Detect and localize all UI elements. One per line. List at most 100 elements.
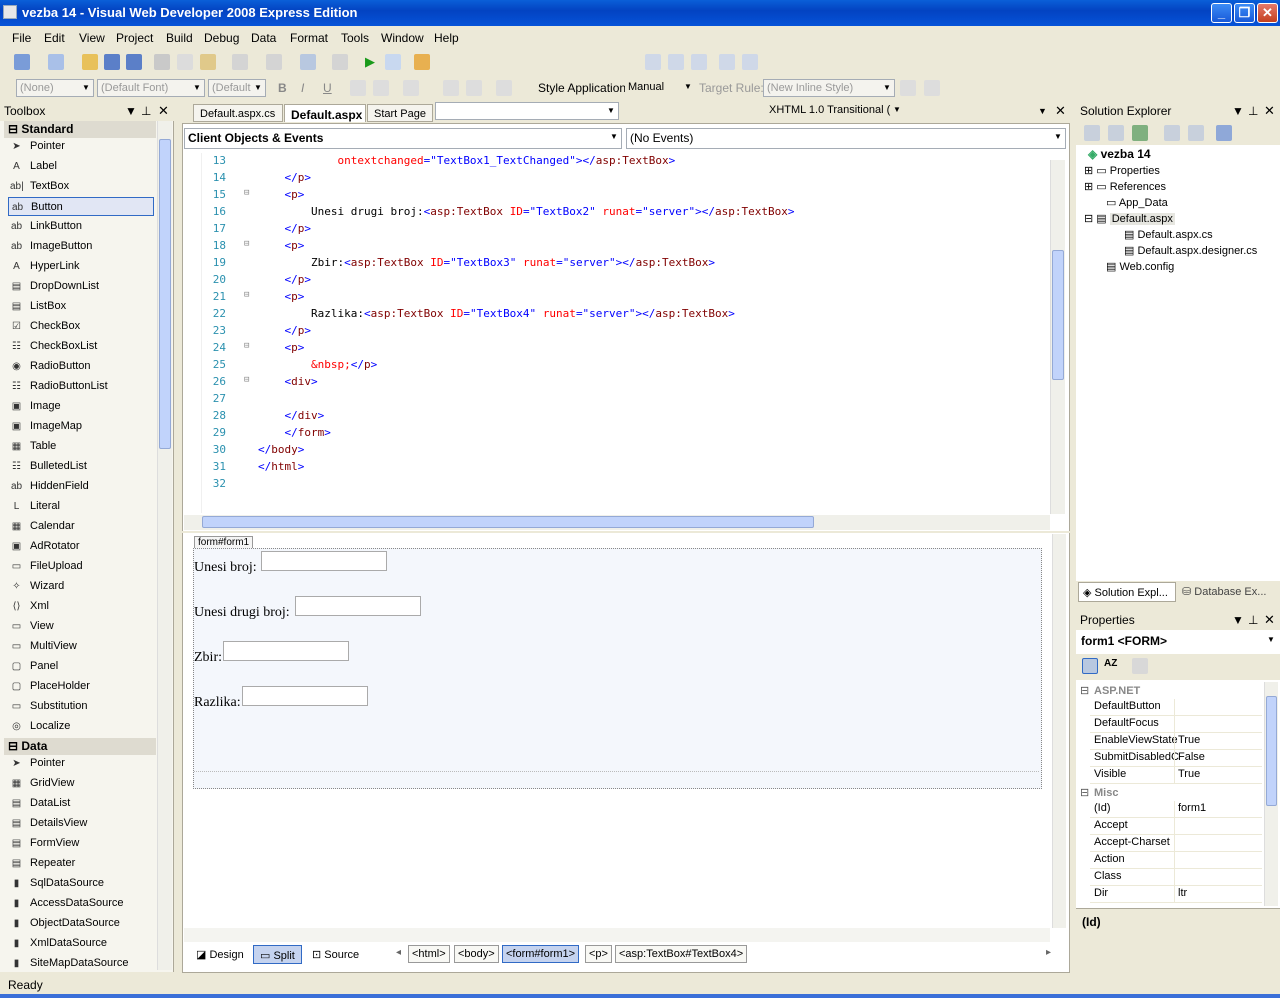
scrollbar-thumb[interactable] (1052, 250, 1064, 380)
menu-build[interactable]: Build (166, 31, 193, 45)
menu-debug[interactable]: Debug (204, 31, 239, 45)
split-divider[interactable] (182, 531, 1070, 533)
editor-close-icon[interactable]: ✕ (1055, 103, 1066, 119)
web-config-icon[interactable] (1216, 125, 1232, 141)
toolbox-item-hyperlink[interactable]: A HyperLink (8, 257, 154, 276)
dropdown-icon[interactable]: ▼ (1232, 104, 1244, 118)
show-all-files-icon[interactable] (1108, 125, 1124, 141)
fold-icon[interactable]: ⊟ (244, 341, 249, 351)
code-line[interactable]: </form> (258, 426, 331, 439)
close-icon[interactable]: ✕ (1264, 612, 1275, 628)
view-in-browser-icon[interactable] (385, 54, 401, 70)
menu-project[interactable]: Project (116, 31, 153, 45)
code-editor[interactable]: 13 ontextchanged="TextBox1_TextChanged">… (184, 153, 1052, 515)
refresh-icon[interactable] (1132, 125, 1148, 141)
close-icon[interactable]: ✕ (1264, 103, 1275, 119)
property-row[interactable]: Accept (1090, 818, 1262, 835)
comment-icon[interactable] (719, 54, 735, 70)
tab-default-aspx-cs[interactable]: Default.aspx.cs (193, 104, 283, 122)
align-icon[interactable] (403, 80, 419, 96)
start-debug-icon[interactable]: ▶ (362, 54, 378, 70)
code-line[interactable]: Zbir:<asp:TextBox ID="TextBox3" runat="s… (258, 256, 715, 269)
toolbox-item-table[interactable]: ▦ Table (8, 437, 154, 456)
toolbox-item-xmldatasource[interactable]: ▮ XmlDataSource (8, 934, 154, 953)
tree-default-aspx-cs[interactable]: ▤ Default.aspx.cs (1124, 228, 1213, 241)
crumb-right-arrow-icon[interactable]: ▸ (1046, 947, 1051, 958)
tab-database-explorer[interactable]: ⛁ Database Ex... (1178, 582, 1278, 602)
navigate-icon[interactable] (300, 54, 316, 70)
toolbox-item-repeater[interactable]: ▤ Repeater (8, 854, 154, 873)
code-line[interactable]: Unesi drugi broj:<asp:TextBox ID="TextBo… (258, 205, 795, 218)
property-row[interactable]: EnableViewState True (1090, 733, 1262, 750)
textbox1[interactable] (261, 551, 387, 571)
save-icon[interactable] (104, 54, 120, 70)
toolbox-item-formview[interactable]: ▤ FormView (8, 834, 154, 853)
code-line[interactable]: </body> (258, 443, 304, 456)
design-view-tab[interactable]: ◪ Design (190, 945, 250, 964)
toolbox-item-pointer[interactable]: ➤ Pointer (8, 137, 154, 156)
toolbox-group-standard[interactable]: ⊟ Standard (4, 121, 156, 138)
font-combo[interactable]: (Default Font) ▼ (97, 79, 205, 97)
code-vscrollbar[interactable] (1050, 160, 1065, 514)
solution-project[interactable]: ◈ vezba 14 (1088, 147, 1151, 161)
minimize-button[interactable]: _ (1211, 3, 1232, 23)
properties-icon[interactable] (1084, 125, 1100, 141)
fore-color-icon[interactable] (350, 80, 366, 96)
split-view-tab[interactable]: ▭ Split (253, 945, 302, 964)
code-line[interactable]: </div> (258, 409, 325, 422)
scrollbar-thumb[interactable] (1266, 696, 1277, 806)
size-combo[interactable]: (Default ▼ (208, 79, 266, 97)
property-value[interactable]: False (1178, 751, 1205, 763)
toolbox-item-linkbutton[interactable]: ab LinkButton (8, 217, 154, 236)
code-hscrollbar[interactable] (184, 515, 1050, 530)
view-code-icon[interactable] (1164, 125, 1180, 141)
toolbox-item-radiobutton[interactable]: ◉ RadioButton (8, 357, 154, 376)
bold-button[interactable]: B (278, 81, 287, 95)
pin-icon[interactable]: ⊥ (1248, 104, 1258, 118)
collapse-icon[interactable]: ⊟ (1080, 786, 1089, 799)
toolbox-item-label[interactable]: A Label (8, 157, 154, 176)
toolbox-item-substitution[interactable]: ▭ Substitution (8, 697, 154, 716)
code-line[interactable]: <p> (258, 239, 305, 252)
property-row[interactable]: Dir ltr (1090, 886, 1262, 903)
maximize-button[interactable]: ❐ (1234, 3, 1255, 23)
block-format-combo[interactable]: (None) ▼ (16, 79, 94, 97)
menu-help[interactable]: Help (434, 31, 459, 45)
save-all-icon[interactable] (126, 54, 142, 70)
tree-references[interactable]: ⊞ ▭ References (1084, 180, 1166, 193)
code-line[interactable]: Razlika:<asp:TextBox ID="TextBox4" runat… (258, 307, 735, 320)
bullet-list-icon[interactable] (443, 80, 459, 96)
event-combo[interactable]: (No Events) ▼ (626, 128, 1066, 149)
indent-icon[interactable] (668, 54, 684, 70)
code-line[interactable]: </p> (258, 324, 312, 337)
toolbox-item-checkboxlist[interactable]: ☷ CheckBoxList (8, 337, 154, 356)
undo-icon[interactable] (232, 54, 248, 70)
tree-default-designer-cs[interactable]: ▤ Default.aspx.designer.cs (1124, 244, 1257, 257)
toolbox-item-localize[interactable]: ◎ Localize (8, 717, 154, 736)
toolbox-item-hiddenfield[interactable]: ab HiddenField (8, 477, 154, 496)
code-line[interactable]: <p> (258, 290, 305, 303)
outdent-icon[interactable] (691, 54, 707, 70)
collapse-icon[interactable]: ⊟ (1080, 684, 1089, 697)
close-icon[interactable]: ✕ (158, 103, 169, 119)
collapse-icon[interactable]: ⊟ (1084, 213, 1096, 225)
tree-web-config[interactable]: ▤ Web.config (1106, 260, 1174, 273)
toolbox-item-radiobuttonlist[interactable]: ☷ RadioButtonList (8, 377, 154, 396)
menu-window[interactable]: Window (381, 31, 424, 45)
menu-view[interactable]: View (79, 31, 105, 45)
style-application-combo[interactable]: Manual ▼ (625, 79, 695, 97)
copy-icon[interactable] (177, 54, 193, 70)
tree-default-aspx[interactable]: ⊟ ▤ Default.aspx (1084, 212, 1175, 225)
toolbox-item-sitemapdatasource[interactable]: ▮ SiteMapDataSource (8, 954, 154, 973)
code-line[interactable]: </html> (258, 460, 304, 473)
toolbox-item-button[interactable]: ab Button (8, 197, 154, 216)
toolbox-item-imagemap[interactable]: ▣ ImageMap (8, 417, 154, 436)
fold-icon[interactable]: ⊟ (244, 188, 249, 198)
toolbox-group-data[interactable]: ⊟ Data (4, 738, 156, 755)
form1-container[interactable] (193, 548, 1042, 789)
toolbox-item-calendar[interactable]: ▦ Calendar (8, 517, 154, 536)
find-combo[interactable]: ▼ (435, 102, 619, 120)
crumb-textbox4[interactable]: <asp:TextBox#TextBox4> (615, 945, 748, 963)
property-row[interactable]: Class (1090, 869, 1262, 886)
doctype-combo[interactable]: XHTML 1.0 Transitional (▼ (766, 102, 904, 120)
